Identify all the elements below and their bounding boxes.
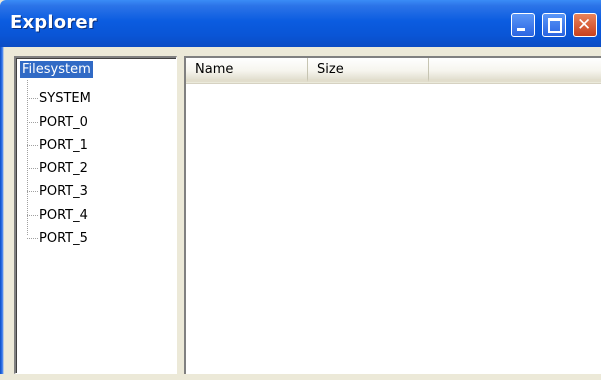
tree-item-port-5[interactable]: PORT_5 <box>27 229 88 247</box>
tree-branch-line <box>27 167 38 169</box>
tree-item-label: PORT_0 <box>39 114 88 130</box>
tree-item-port-0[interactable]: PORT_0 <box>27 113 88 131</box>
tree-item-port-2[interactable]: PORT_2 <box>27 159 88 177</box>
tree-item-label: SYSTEM <box>39 90 91 106</box>
close-button[interactable]: ✕ <box>573 13 597 37</box>
list-header: Name Size <box>186 58 601 84</box>
tree-item-system[interactable]: SYSTEM <box>27 89 91 107</box>
maximize-button[interactable] <box>542 13 566 37</box>
tree-branch-line <box>27 190 38 192</box>
column-header-size[interactable]: Size <box>308 58 429 82</box>
explorer-window: Explorer ✕ Filesystem SYSTEM PORT_0 PORT… <box>0 0 601 380</box>
tree-branch-line <box>27 97 38 99</box>
tree-branch-line <box>27 237 38 239</box>
window-frame-left <box>0 47 4 380</box>
tree-branch-line <box>27 214 38 216</box>
tree-item-port-4[interactable]: PORT_4 <box>27 206 88 224</box>
window-bottom-edge <box>0 374 601 380</box>
tree-root-filesystem[interactable]: Filesystem <box>19 60 94 79</box>
column-header-name[interactable]: Name <box>186 58 308 82</box>
maximize-icon <box>548 18 562 33</box>
close-icon: ✕ <box>577 15 592 35</box>
tree-branch-line <box>27 144 38 146</box>
minimize-icon <box>517 28 525 31</box>
minimize-button[interactable] <box>511 13 535 37</box>
tree-item-label: PORT_1 <box>39 137 88 153</box>
file-list[interactable]: Name Size <box>184 56 601 374</box>
filesystem-tree[interactable]: Filesystem SYSTEM PORT_0 PORT_1 PORT_2 P… <box>14 56 177 374</box>
tree-item-port-1[interactable]: PORT_1 <box>27 136 88 154</box>
tree-item-label: PORT_3 <box>39 183 88 199</box>
tree-item-label: PORT_5 <box>39 230 88 246</box>
tree-item-label: PORT_2 <box>39 160 88 176</box>
window-title: Explorer <box>10 12 97 33</box>
tree-item-label: PORT_4 <box>39 207 88 223</box>
column-header-filler <box>429 58 601 82</box>
tree-item-port-3[interactable]: PORT_3 <box>27 182 88 200</box>
title-bar[interactable]: Explorer ✕ <box>0 0 601 47</box>
tree-branch-line <box>27 121 38 123</box>
